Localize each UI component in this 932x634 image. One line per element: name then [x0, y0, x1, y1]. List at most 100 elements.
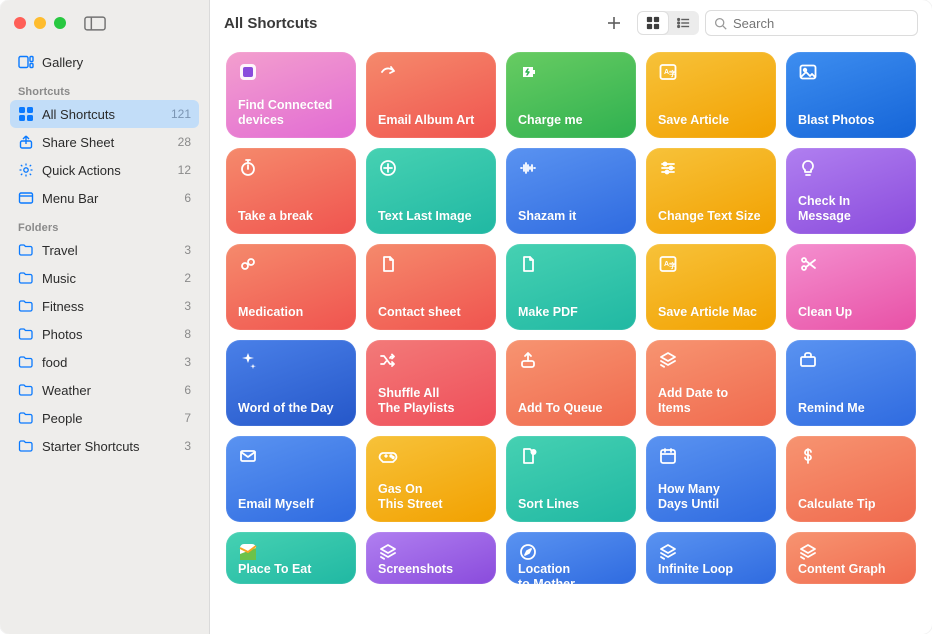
shortcut-tile[interactable]: Remind Me	[786, 340, 916, 426]
shortcut-tile[interactable]: Place To Eat	[226, 532, 356, 584]
shortcut-tile[interactable]: Sort Lines	[506, 436, 636, 522]
shortcut-tile[interactable]: Email Myself	[226, 436, 356, 522]
shortcut-tile[interactable]: Find Connected devices	[226, 52, 356, 138]
page-title: All Shortcuts	[224, 15, 317, 32]
sidebar-item-count: 12	[178, 163, 191, 177]
sidebar-item-count: 28	[178, 135, 191, 149]
sidebar-item-music[interactable]: Music 2	[10, 264, 199, 292]
dollar-icon	[798, 446, 818, 466]
sidebar-item-people[interactable]: People 7	[10, 404, 199, 432]
shortcut-tile[interactable]: Shuffle AllThe Playlists	[366, 340, 496, 426]
sidebar-item-label: People	[42, 411, 82, 426]
shortcut-tile[interactable]: Add To Queue	[506, 340, 636, 426]
shortcut-tile[interactable]: Calculate Tip	[786, 436, 916, 522]
shortcut-tile[interactable]: Clean Up	[786, 244, 916, 330]
sidebar-item-all-shortcuts[interactable]: All Shortcuts 121	[10, 100, 199, 128]
shortcut-tile-label: Email Myself	[238, 497, 344, 512]
shortcut-tile[interactable]: How ManyDays Until	[646, 436, 776, 522]
sidebar-section-header: Shortcuts	[10, 76, 199, 100]
sidebar-item-gallery[interactable]: Gallery	[10, 48, 199, 76]
close-window-button[interactable]	[14, 17, 26, 29]
sidebar-item-label: Travel	[42, 243, 78, 258]
shortcut-tile[interactable]: Contact sheet	[366, 244, 496, 330]
plus-circle-icon	[378, 158, 398, 178]
sidebar-item-weather[interactable]: Weather 6	[10, 376, 199, 404]
mail-icon	[238, 446, 258, 466]
sidebar-item-label: Weather	[42, 383, 91, 398]
shortcut-tile-label: Take a break	[238, 209, 344, 224]
stack-icon	[798, 542, 818, 562]
sidebar-item-fitness[interactable]: Fitness 3	[10, 292, 199, 320]
app-icon	[238, 62, 258, 82]
shortcut-tile[interactable]: Infinite Loop	[646, 532, 776, 584]
sidebar-item-count: 6	[184, 191, 191, 205]
scissors-icon	[798, 254, 818, 274]
sidebar-item-photos[interactable]: Photos 8	[10, 320, 199, 348]
shortcut-tile-label: Save Article	[658, 113, 764, 128]
shortcut-tile[interactable]: A字 Save Article	[646, 52, 776, 138]
grid-view-button[interactable]	[638, 12, 668, 34]
search-icon	[714, 17, 727, 30]
search-input[interactable]	[733, 16, 909, 31]
shortcut-tile-label: Shazam it	[518, 209, 624, 224]
sidebar-item-starter-shortcuts[interactable]: Starter Shortcuts 3	[10, 432, 199, 460]
shortcut-tile[interactable]: Take a break	[226, 148, 356, 234]
bulb-icon	[798, 158, 818, 178]
shortcut-tile-label: Blast Photos	[798, 113, 904, 128]
shortcut-tile[interactable]: Gas OnThis Street	[366, 436, 496, 522]
sidebar-item-quick-actions[interactable]: Quick Actions 12	[10, 156, 199, 184]
new-shortcut-button[interactable]	[597, 10, 631, 36]
search-field[interactable]	[705, 10, 918, 36]
shortcut-tile[interactable]: Text Last Image	[366, 148, 496, 234]
shortcut-tile[interactable]: Add Date to Items	[646, 340, 776, 426]
sidebar-item-count: 2	[184, 271, 191, 285]
sidebar-item-label: Photos	[42, 327, 82, 342]
shortcut-tile-label: Change Text Size	[658, 209, 764, 224]
wave-icon	[518, 158, 538, 178]
minimize-window-button[interactable]	[34, 17, 46, 29]
toolbar: All Shortcuts	[210, 0, 932, 46]
doc-icon	[518, 254, 538, 274]
shortcut-tile-label: Contact sheet	[378, 305, 484, 320]
sidebar-item-travel[interactable]: Travel 3	[10, 236, 199, 264]
calendar-icon	[658, 446, 678, 466]
doc-play-icon	[518, 446, 538, 466]
shortcut-tile-label: Email Album Art	[378, 113, 484, 128]
shortcut-tile[interactable]: Change Text Size	[646, 148, 776, 234]
shortcut-tile[interactable]: Medication	[226, 244, 356, 330]
sliders-icon	[658, 158, 678, 178]
sidebar-item-count: 3	[184, 355, 191, 369]
shortcut-tile[interactable]: Word of the Day	[226, 340, 356, 426]
game-icon	[378, 446, 398, 466]
shortcut-tile-label: Content Graph	[798, 562, 904, 577]
charge-icon	[518, 62, 538, 82]
toggle-sidebar-button[interactable]	[84, 16, 106, 31]
folder-icon	[18, 242, 34, 258]
shortcut-grid: Find Connected devices Email Album Art C…	[210, 46, 932, 634]
sidebar-item-food[interactable]: food 3	[10, 348, 199, 376]
shortcut-tile-label: Find Connected devices	[238, 98, 344, 128]
window-titlebar	[0, 0, 209, 46]
shortcut-tile[interactable]: Shazam it	[506, 148, 636, 234]
maps-icon	[238, 542, 258, 562]
shortcut-tile[interactable]: Charge me	[506, 52, 636, 138]
sidebar-item-share-sheet[interactable]: Share Sheet 28	[10, 128, 199, 156]
sidebar-item-menu-bar[interactable]: Menu Bar 6	[10, 184, 199, 212]
sidebar-item-count: 8	[184, 327, 191, 341]
sidebar-item-label: Fitness	[42, 299, 84, 314]
shortcut-tile[interactable]: Locationto Mother	[506, 532, 636, 584]
share-icon	[18, 134, 34, 150]
zoom-window-button[interactable]	[54, 17, 66, 29]
shortcut-tile[interactable]: Content Graph	[786, 532, 916, 584]
shortcut-tile[interactable]: Make PDF	[506, 244, 636, 330]
gear-icon	[18, 162, 34, 178]
list-view-button[interactable]	[668, 12, 698, 34]
shortcut-tile-label: Text Last Image	[378, 209, 484, 224]
shortcut-tile[interactable]: Blast Photos	[786, 52, 916, 138]
menubar-icon	[18, 190, 34, 206]
shortcut-tile[interactable]: A字 Save Article Mac	[646, 244, 776, 330]
gallery-icon	[18, 54, 34, 70]
shortcut-tile[interactable]: Screenshots	[366, 532, 496, 584]
shortcut-tile[interactable]: Email Album Art	[366, 52, 496, 138]
shortcut-tile[interactable]: Check In Message	[786, 148, 916, 234]
